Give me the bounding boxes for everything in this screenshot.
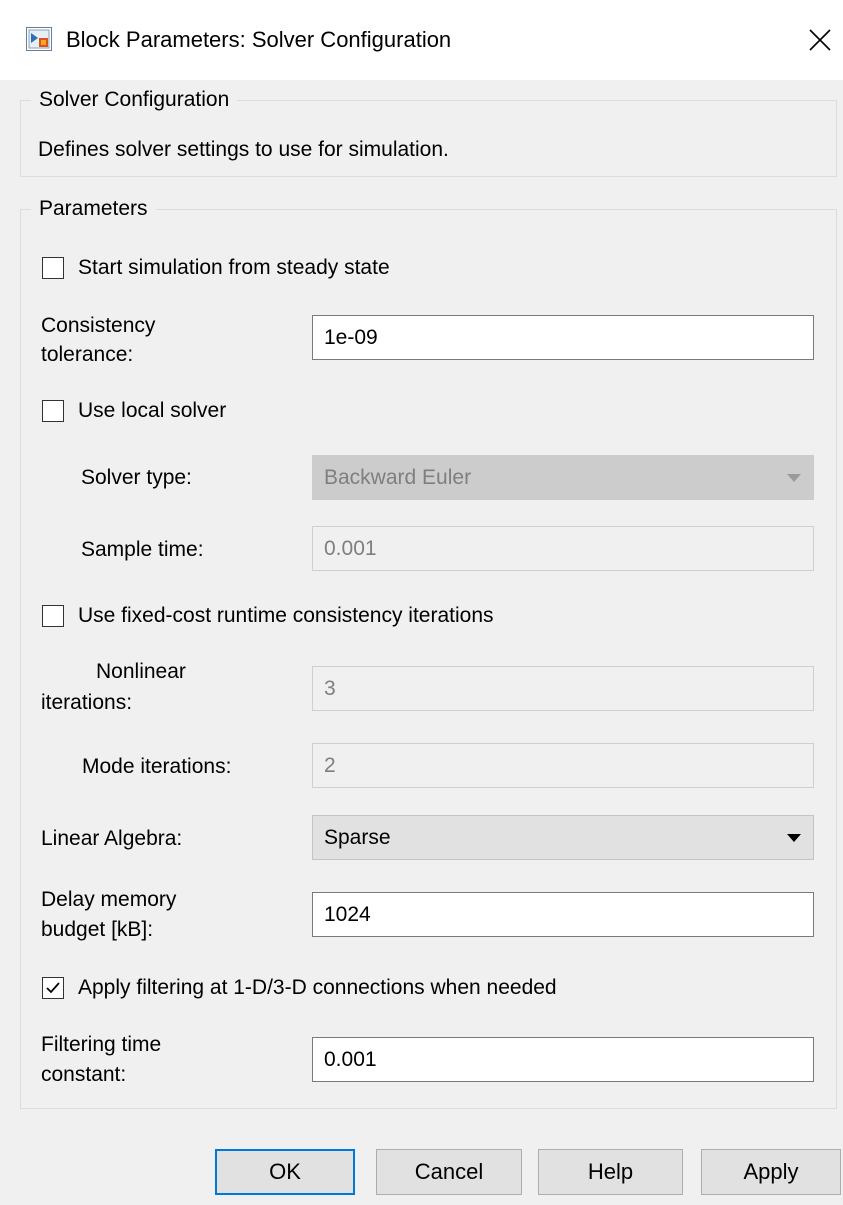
use-local-solver-label: Use local solver [78,399,227,422]
consistency-tolerance-input[interactable]: 1e-09 [312,315,814,360]
simulink-block-icon [26,27,52,51]
filtering-time-label-line1: Filtering time [41,1033,162,1056]
apply-filtering-checkbox[interactable] [42,976,64,999]
checkmark-icon [46,981,60,993]
nonlinear-iterations-label-line1: Nonlinear [96,660,186,683]
solver-type-value: Backward Euler [324,466,472,489]
sample-time-input: 0.001 [312,526,814,571]
ok-button[interactable]: OK [215,1149,355,1195]
apply-filtering-label: Apply filtering at 1-D/3-D connections w… [78,976,557,999]
delay-memory-input[interactable]: 1024 [312,892,814,937]
apply-filtering-option[interactable]: Apply filtering at 1-D/3-D connections w… [42,974,557,1001]
start-steady-state-option[interactable]: Start simulation from steady state [42,254,390,281]
use-local-solver-checkbox[interactable] [42,399,64,422]
cancel-button[interactable]: Cancel [376,1149,522,1195]
solver-type-select: Backward Euler [312,455,814,500]
fixed-cost-checkbox[interactable] [42,604,64,627]
start-steady-state-checkbox[interactable] [42,256,64,279]
consistency-tolerance-label-line1: Consistency [41,314,156,337]
mode-iterations-input: 2 [312,743,814,788]
title-bar: Block Parameters: Solver Configuration [0,0,843,80]
use-local-solver-option[interactable]: Use local solver [42,397,226,424]
consistency-tolerance-label-line2: tolerance: [41,343,134,366]
nonlinear-iterations-input: 3 [312,666,814,711]
parameters-group-legend: Parameters [31,195,156,223]
block-description: Defines solver settings to use for simul… [38,138,449,161]
close-icon [809,29,831,51]
apply-button[interactable]: Apply [701,1149,841,1195]
delay-memory-label-line1: Delay memory [41,888,177,911]
sample-time-label: Sample time: [81,538,204,561]
fixed-cost-label: Use fixed-cost runtime consistency itera… [78,604,494,627]
nonlinear-iterations-label-line2: iterations: [41,691,133,714]
linear-algebra-label: Linear Algebra: [41,827,183,850]
linear-algebra-value: Sparse [324,826,391,849]
filtering-time-label-line2: constant: [41,1063,127,1086]
close-button[interactable] [796,16,843,64]
mode-iterations-label: Mode iterations: [82,755,232,778]
solver-type-label: Solver type: [81,466,192,489]
linear-algebra-select[interactable]: Sparse [312,815,814,860]
chevron-down-icon [787,834,801,842]
delay-memory-label-line2: budget [kB]: [41,918,154,941]
start-steady-state-label: Start simulation from steady state [78,256,390,279]
window-title: Block Parameters: Solver Configuration [66,27,452,52]
description-group-legend: Solver Configuration [31,86,238,114]
chevron-down-icon [787,474,801,482]
help-button[interactable]: Help [538,1149,683,1195]
fixed-cost-option[interactable]: Use fixed-cost runtime consistency itera… [42,602,494,629]
filtering-time-input[interactable]: 0.001 [312,1037,814,1082]
